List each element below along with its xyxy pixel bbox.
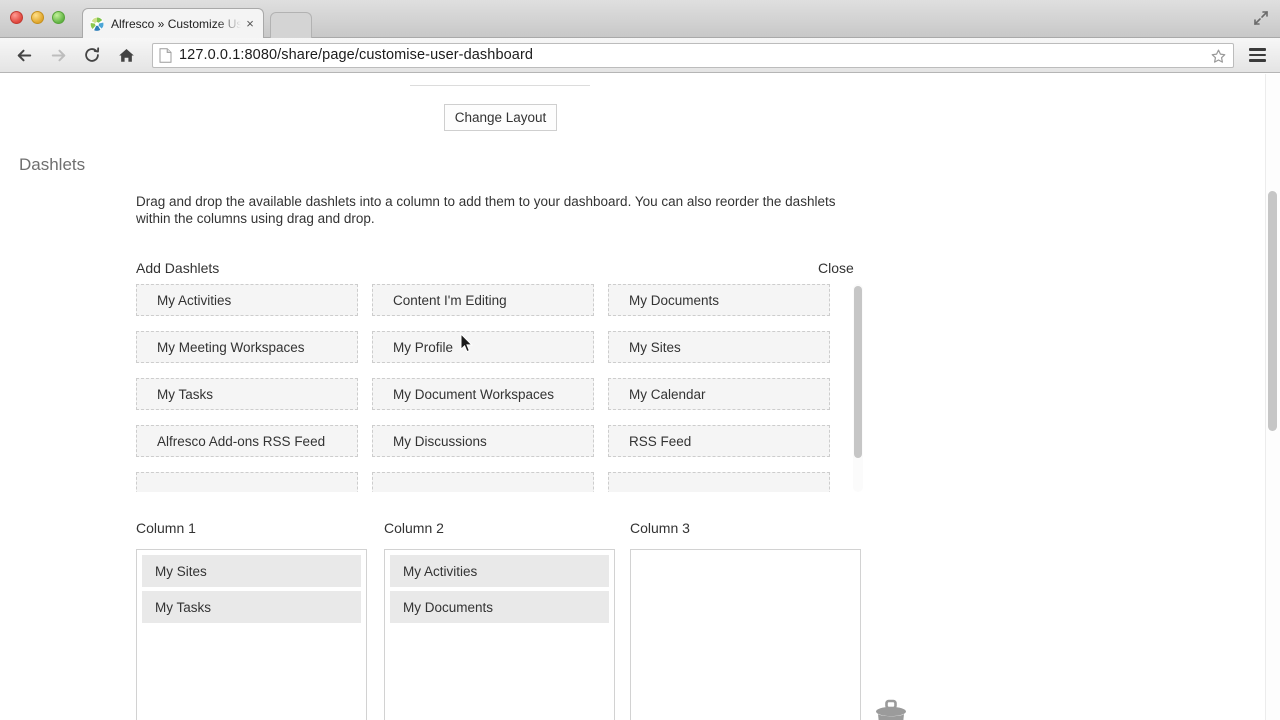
- maximize-window-button[interactable]: [52, 11, 65, 24]
- available-dashlet-item[interactable]: Content I'm Editing: [372, 284, 594, 316]
- available-dashlets-panel: My Activities Content I'm Editing My Docum…: [136, 284, 862, 492]
- home-button[interactable]: [112, 41, 140, 69]
- new-tab-button[interactable]: [270, 12, 312, 38]
- browser-toolbar: 127.0.0.1:8080/share/page/customise-user…: [0, 38, 1280, 73]
- reload-button[interactable]: [78, 41, 106, 69]
- trash-icon[interactable]: [872, 699, 910, 720]
- mouse-cursor: [460, 332, 473, 353]
- change-layout-button[interactable]: Change Layout: [444, 104, 557, 131]
- dashboard-column-3: Column 3: [630, 520, 861, 720]
- available-dashlet-item[interactable]: My Discussions: [372, 425, 594, 457]
- available-dashlet-item[interactable]: My Calendar: [608, 378, 830, 410]
- url-text: 127.0.0.1:8080/share/page/customise-user…: [179, 47, 534, 63]
- close-tab-icon[interactable]: ×: [243, 16, 257, 31]
- forward-button[interactable]: [44, 41, 72, 69]
- available-dashlet-item[interactable]: [136, 472, 358, 492]
- add-dashlets-label: Add Dashlets: [136, 260, 220, 276]
- picker-scrollbar-thumb[interactable]: [854, 286, 862, 458]
- alfresco-favicon: [89, 16, 105, 32]
- available-dashlet-item[interactable]: RSS Feed: [608, 425, 830, 457]
- available-dashlet-item[interactable]: My Meeting Workspaces: [136, 331, 358, 363]
- dashboard-column-2: Column 2 My Activities My Documents: [384, 520, 615, 720]
- tab-title: Alfresco » Customize User: [111, 16, 241, 31]
- page-document-icon: [159, 47, 172, 63]
- available-dashlet-item[interactable]: My Document Workspaces: [372, 378, 594, 410]
- placed-dashlet-item[interactable]: My Activities: [390, 555, 609, 587]
- page-scrollbar-thumb[interactable]: [1268, 191, 1277, 431]
- available-dashlet-item[interactable]: Alfresco Add-ons RSS Feed: [136, 425, 358, 457]
- window-controls: [10, 11, 65, 24]
- star-icon[interactable]: [1210, 48, 1227, 65]
- placed-dashlet-item[interactable]: My Sites: [142, 555, 361, 587]
- available-dashlet-item[interactable]: My Tasks: [136, 378, 358, 410]
- column-dropzone[interactable]: My Activities My Documents: [384, 549, 615, 720]
- placed-dashlet-item[interactable]: My Tasks: [142, 591, 361, 623]
- hamburger-menu-icon[interactable]: [1242, 41, 1272, 69]
- column-title: Column 2: [384, 520, 444, 536]
- back-button[interactable]: [10, 41, 38, 69]
- available-dashlet-item[interactable]: My Documents: [608, 284, 830, 316]
- available-dashlet-item[interactable]: My Activities: [136, 284, 358, 316]
- column-dropzone[interactable]: My Sites My Tasks: [136, 549, 367, 720]
- title-bar: Alfresco » Customize User ×: [0, 0, 1280, 38]
- layout-divider: [410, 85, 590, 86]
- dashboard-columns: Column 1 My Sites My Tasks Column 2 My Activ…: [136, 520, 896, 720]
- available-dashlet-item[interactable]: [608, 472, 830, 492]
- available-dashlet-item[interactable]: My Profile: [372, 331, 594, 363]
- dashboard-column-1: Column 1 My Sites My Tasks: [136, 520, 367, 720]
- minimize-window-button[interactable]: [31, 11, 44, 24]
- available-dashlet-item[interactable]: My Sites: [608, 331, 830, 363]
- column-dropzone[interactable]: [630, 549, 861, 720]
- close-window-button[interactable]: [10, 11, 23, 24]
- column-title: Column 1: [136, 520, 196, 536]
- page-viewport: Change Layout Dashlets Drag and drop the…: [0, 74, 1280, 720]
- available-dashlet-item[interactable]: [372, 472, 594, 492]
- placed-dashlet-item[interactable]: My Documents: [390, 591, 609, 623]
- browser-tab[interactable]: Alfresco » Customize User ×: [82, 8, 264, 38]
- browser-window: Alfresco » Customize User × 127.0.0.1:80…: [0, 0, 1280, 720]
- close-picker-link[interactable]: Close: [818, 260, 854, 276]
- column-title: Column 3: [630, 520, 690, 536]
- address-bar[interactable]: 127.0.0.1:8080/share/page/customise-user…: [152, 42, 1234, 68]
- intro-text: Drag and drop the available dashlets int…: [136, 194, 836, 226]
- available-dashlets-grid: My Activities Content I'm Editing My Docum…: [136, 284, 862, 492]
- page-title: Dashlets: [19, 155, 86, 174]
- fullscreen-icon[interactable]: [1252, 9, 1270, 27]
